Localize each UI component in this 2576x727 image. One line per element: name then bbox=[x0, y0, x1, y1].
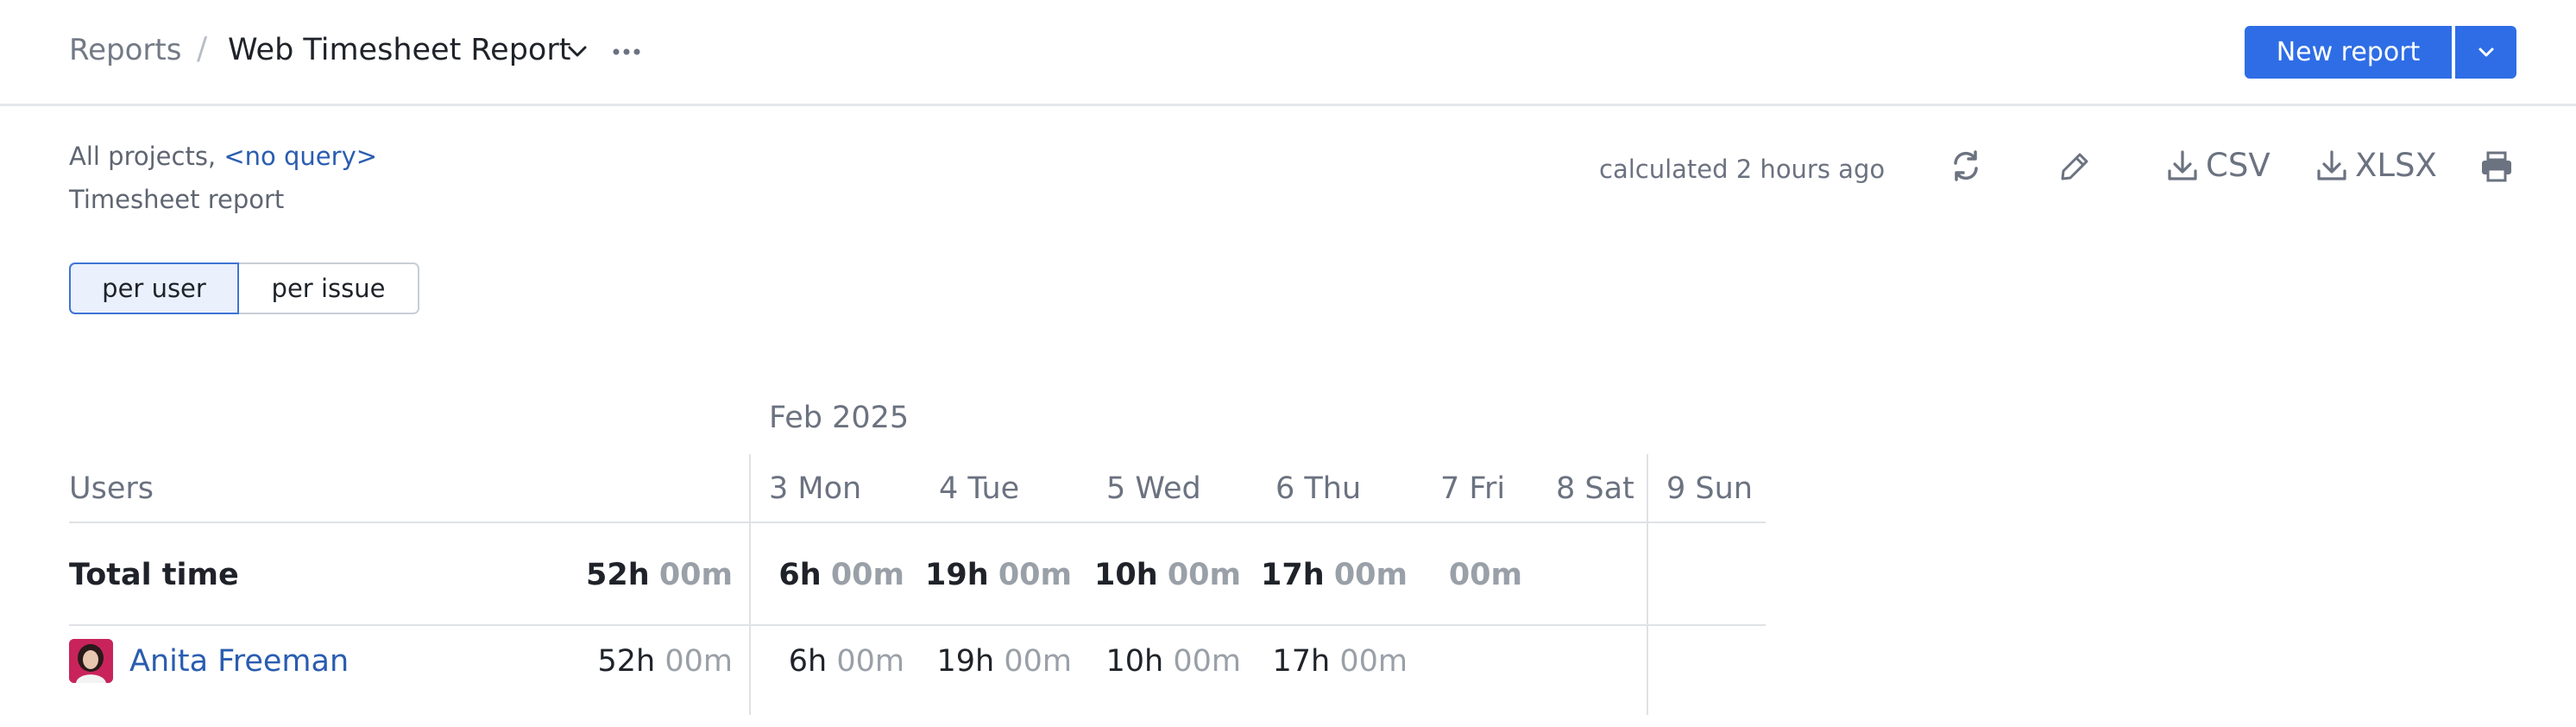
edit-button[interactable] bbox=[2058, 150, 2091, 183]
print-button[interactable] bbox=[2479, 150, 2514, 183]
csv-label: CSV bbox=[2206, 147, 2271, 184]
download-icon bbox=[2317, 149, 2346, 180]
total-time-label: Total time bbox=[69, 558, 239, 592]
calculated-status: calculated 2 hours ago bbox=[1599, 155, 1886, 184]
xlsx-label: XLSX bbox=[2355, 147, 2437, 184]
export-csv-button[interactable]: CSV bbox=[2166, 147, 2271, 184]
scope-projects: All projects, bbox=[69, 142, 217, 171]
export-xlsx-button[interactable]: XLSX bbox=[2315, 147, 2437, 184]
users-column-header: Users bbox=[69, 471, 154, 506]
user-sum: 52h 00m bbox=[597, 644, 734, 679]
refresh-button[interactable] bbox=[1949, 149, 1983, 183]
day-header: 5 Wed bbox=[1106, 471, 1201, 506]
avatar bbox=[69, 639, 113, 683]
user-day-cell: 10h 00m bbox=[1105, 644, 1242, 679]
user-name-link[interactable]: Anita Freeman bbox=[129, 644, 349, 679]
day-header: 8 Sat bbox=[1556, 471, 1634, 506]
table-divider bbox=[749, 454, 751, 715]
print-icon bbox=[2482, 151, 2511, 182]
day-header: 4 Tue bbox=[939, 471, 1020, 506]
total-day-cell: 10h 00m bbox=[1094, 558, 1241, 592]
total-day-cell: 00m bbox=[1448, 558, 1522, 592]
day-header: 9 Sun bbox=[1666, 471, 1753, 506]
month-header: Feb 2025 bbox=[769, 401, 910, 435]
report-title[interactable]: Web Timesheet Report bbox=[228, 33, 570, 67]
total-sum: 52h 00m bbox=[586, 558, 733, 592]
total-day-cell: 19h 00m bbox=[925, 558, 1072, 592]
total-day-cell: 17h 00m bbox=[1261, 558, 1408, 592]
page-header: Reports / Web Timesheet Report New repor… bbox=[0, 0, 2576, 106]
report-type: Timesheet report bbox=[69, 185, 285, 214]
day-header: 3 Mon bbox=[769, 471, 862, 506]
user-day-cell: 6h 00m bbox=[788, 644, 904, 679]
report-scope: All projects, <no query> bbox=[69, 142, 377, 171]
table-divider bbox=[1647, 454, 1648, 715]
chevron-down-icon bbox=[2478, 47, 2493, 56]
day-header: 7 Fri bbox=[1440, 471, 1506, 506]
per-issue-toggle[interactable]: per issue bbox=[239, 262, 419, 314]
edit-icon bbox=[2061, 153, 2088, 180]
table-rule bbox=[69, 624, 1766, 626]
breadcrumb-separator: / bbox=[197, 31, 208, 66]
per-user-toggle[interactable]: per user bbox=[69, 262, 239, 314]
refresh-icon bbox=[1954, 150, 1978, 181]
total-day-cell: 6h 00m bbox=[778, 558, 904, 592]
new-report-button[interactable]: New report bbox=[2245, 26, 2452, 79]
new-report-dropdown-button[interactable] bbox=[2455, 26, 2516, 79]
table-rule bbox=[69, 522, 1766, 523]
user-day-cell: 19h 00m bbox=[936, 644, 1073, 679]
day-header: 6 Thu bbox=[1275, 471, 1362, 506]
more-icon[interactable] bbox=[608, 36, 646, 67]
scope-query-link[interactable]: <no query> bbox=[224, 142, 377, 171]
breadcrumb-reports[interactable]: Reports bbox=[69, 33, 181, 67]
user-day-cell: 17h 00m bbox=[1272, 644, 1408, 679]
chevron-down-icon[interactable] bbox=[564, 41, 590, 62]
download-icon bbox=[2168, 149, 2197, 180]
